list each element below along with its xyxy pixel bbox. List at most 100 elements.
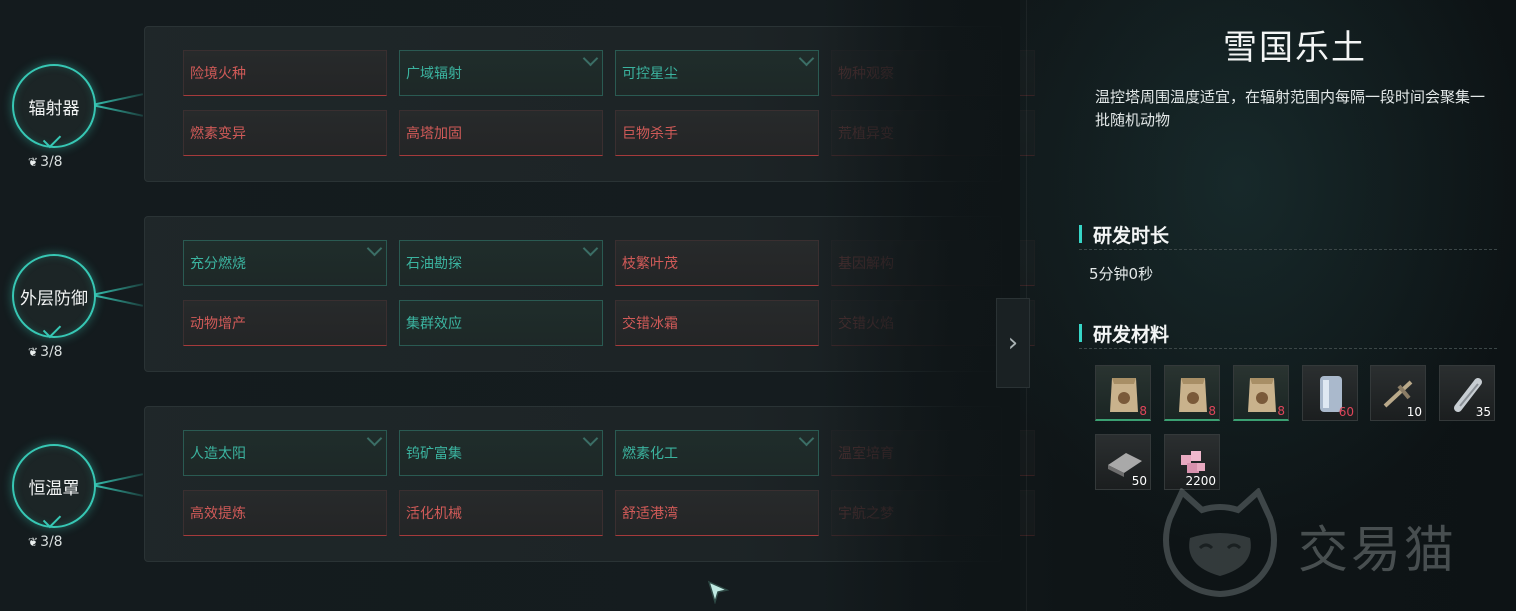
tech-tile-label: 集群效应 xyxy=(406,316,462,332)
materials-heading: 研发材料 xyxy=(1079,320,1169,347)
tech-tile-label: 钨矿富集 xyxy=(406,446,462,462)
tech-description: 温控塔周围温度适宜，在辐射范围内每隔一段时间会聚集一批随机动物 xyxy=(1095,88,1486,129)
material-slot[interactable]: 8 xyxy=(1095,365,1151,421)
material-quantity: 8 xyxy=(1139,404,1147,418)
tech-tile[interactable]: 荒植异变 xyxy=(831,110,1035,156)
tech-tile[interactable]: 舒适港湾 xyxy=(615,490,819,536)
branch-connector xyxy=(91,484,144,497)
duration-value: 5分钟0秒 xyxy=(1089,265,1154,283)
seed-bag-icon xyxy=(1104,372,1144,420)
tech-tile-label: 宇航之梦 xyxy=(838,506,894,522)
tech-tile-label: 险境火种 xyxy=(190,66,246,82)
material-slot[interactable]: 8 xyxy=(1164,365,1220,421)
tech-tile[interactable]: 物种观察 xyxy=(831,50,1035,96)
tech-tile[interactable]: 交错冰霜 xyxy=(615,300,819,346)
tech-tile-label: 物种观察 xyxy=(838,66,894,82)
chevron-down-icon xyxy=(582,50,599,67)
tech-tile[interactable]: 宇航之梦 xyxy=(831,490,1035,536)
tech-tile-label: 石油勘探 xyxy=(406,256,462,272)
branch-count: 3/8 xyxy=(40,344,63,360)
tech-tile[interactable]: 温室培育 xyxy=(831,430,1035,476)
tech-tile-label: 燃素变异 xyxy=(190,126,246,142)
tech-tile[interactable]: 燃素化工 xyxy=(615,430,819,476)
cursor-icon xyxy=(707,580,729,604)
duration-divider xyxy=(1079,249,1497,250)
branch-progress: ❦ 3/8 xyxy=(28,154,63,170)
material-slot[interactable]: 2200 xyxy=(1164,434,1220,490)
material-quantity: 35 xyxy=(1475,405,1491,419)
material-quantity: 50 xyxy=(1131,474,1147,488)
tech-tile[interactable]: 高效提炼 xyxy=(183,490,387,536)
material-quantity: 60 xyxy=(1338,405,1354,419)
material-slot[interactable]: 35 xyxy=(1439,365,1495,421)
tech-tile-label: 基因解构 xyxy=(838,256,894,272)
tech-tile-label: 荒植异变 xyxy=(838,126,894,142)
material-quantity: 10 xyxy=(1406,405,1422,419)
branch-progress: ❦ 3/8 xyxy=(28,344,63,360)
tech-tile[interactable]: 动物增产 xyxy=(183,300,387,346)
chevron-right-icon: › xyxy=(1007,328,1019,358)
tech-tile-label: 高塔加固 xyxy=(406,126,462,142)
tech-tile-label: 温室培育 xyxy=(838,446,894,462)
tech-tile-label: 交错冰霜 xyxy=(622,316,678,332)
chevron-down-icon xyxy=(798,430,815,447)
material-slot[interactable]: 60 xyxy=(1302,365,1358,421)
chevron-down-icon xyxy=(366,240,383,257)
chevron-down-icon xyxy=(366,430,383,447)
duration-heading: 研发时长 xyxy=(1079,221,1169,248)
tech-tile[interactable]: 巨物杀手 xyxy=(615,110,819,156)
tech-tile[interactable]: 高塔加固 xyxy=(399,110,603,156)
branch-connector xyxy=(91,294,144,307)
material-quantity: 8 xyxy=(1277,404,1285,418)
paw-icon: ❦ xyxy=(28,155,39,169)
tech-tile[interactable]: 集群效应 xyxy=(399,300,603,346)
chevron-down-icon xyxy=(582,430,599,447)
tech-tile-label: 广域辐射 xyxy=(406,66,462,82)
tech-tile[interactable]: 人造太阳 xyxy=(183,430,387,476)
tech-tile[interactable]: 钨矿富集 xyxy=(399,430,603,476)
branch-connector xyxy=(91,93,144,106)
seed-bag-icon xyxy=(1242,372,1282,420)
tech-tile-label: 巨物杀手 xyxy=(622,126,678,142)
chevron-down-icon xyxy=(582,240,599,257)
watermark-text: 交易猫 xyxy=(1298,521,1457,579)
material-quantity: 8 xyxy=(1208,404,1216,418)
tech-tile[interactable]: 活化机械 xyxy=(399,490,603,536)
tech-tile-label: 动物增产 xyxy=(190,316,246,332)
chevron-down-icon xyxy=(798,50,815,67)
tech-tile-label: 舒适港湾 xyxy=(622,506,678,522)
tech-tile[interactable]: 枝繁叶茂 xyxy=(615,240,819,286)
seed-bag-icon xyxy=(1173,372,1213,420)
tech-tile[interactable]: 广域辐射 xyxy=(399,50,603,96)
tech-tile[interactable]: 险境火种 xyxy=(183,50,387,96)
tech-title: 雪国乐土 xyxy=(1223,28,1367,68)
tech-tile-label: 高效提炼 xyxy=(190,506,246,522)
material-slot[interactable]: 10 xyxy=(1370,365,1426,421)
branch-node-label: 辐射器 xyxy=(28,98,80,119)
tech-tile[interactable]: 充分燃烧 xyxy=(183,240,387,286)
tech-tile-label: 枝繁叶茂 xyxy=(622,256,678,272)
tech-tile[interactable]: 燃素变异 xyxy=(183,110,387,156)
paw-icon: ❦ xyxy=(28,345,39,359)
tech-tile-label: 充分燃烧 xyxy=(190,256,246,272)
branch-node-label: 外层防御 xyxy=(20,288,88,309)
tech-tile-label: 交错火焰 xyxy=(838,316,894,332)
branch-count: 3/8 xyxy=(40,154,63,170)
tech-tile-label: 人造太阳 xyxy=(190,446,246,462)
material-slot[interactable]: 8 xyxy=(1233,365,1289,421)
branch-connector xyxy=(91,283,144,296)
tech-tile-label: 可控星尘 xyxy=(622,66,678,82)
cat-logo-icon xyxy=(1163,488,1277,598)
material-slot[interactable]: 50 xyxy=(1095,434,1151,490)
tech-tile[interactable]: 可控星尘 xyxy=(615,50,819,96)
branch-connector xyxy=(91,104,144,117)
tech-tile-label: 燃素化工 xyxy=(622,446,678,462)
branch-progress: ❦ 3/8 xyxy=(28,534,63,550)
tech-tile[interactable]: 石油勘探 xyxy=(399,240,603,286)
tech-tile-label: 活化机械 xyxy=(406,506,462,522)
paw-icon: ❦ xyxy=(28,535,39,549)
materials-divider xyxy=(1079,348,1497,349)
branch-node-label: 恒温罩 xyxy=(28,478,80,499)
collapse-panel-button[interactable]: › xyxy=(996,298,1030,388)
tech-tile[interactable]: 基因解构 xyxy=(831,240,1035,286)
